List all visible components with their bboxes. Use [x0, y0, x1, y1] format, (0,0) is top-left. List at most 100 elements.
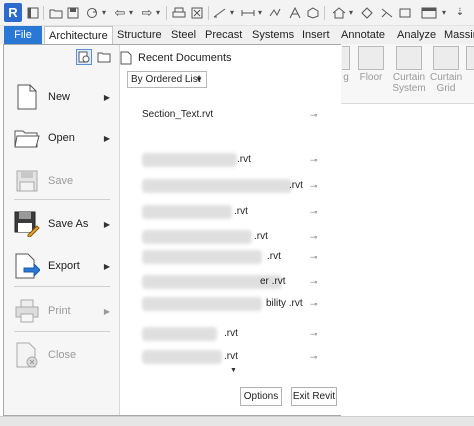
chevron-down-icon[interactable]: ▾ [228, 4, 236, 21]
text-icon[interactable] [288, 4, 302, 21]
recent-document-item[interactable]: .rvt [142, 205, 302, 219]
recent-document-name: bility .rvt [266, 298, 303, 309]
ribbon-curtain-system-button[interactable]: Curtain System [390, 46, 428, 94]
pin-icon[interactable]: ⊸ [310, 110, 320, 120]
chevron-down-icon[interactable]: ▾ [440, 4, 448, 21]
menu-item-save-as[interactable]: Save As ▶ [10, 205, 114, 243]
tab-precast[interactable]: Precast [205, 26, 242, 44]
switch-windows-icon[interactable] [420, 4, 440, 21]
tab-steel[interactable]: Steel [171, 26, 196, 44]
application-menu-commands: New ▶ Open ▶ Save Save As ▶ Export ▶ Pri… [4, 45, 118, 415]
redacted-filename [142, 153, 237, 167]
menu-item-label: Save As [48, 218, 89, 230]
print-icon[interactable] [171, 4, 187, 21]
recent-document-item[interactable]: .rvt [142, 250, 302, 264]
drawing-canvas[interactable] [340, 104, 474, 426]
recent-document-item[interactable]: .rvt [142, 350, 302, 364]
recent-document-item[interactable]: .rvt [142, 179, 303, 193]
pin-icon[interactable]: ⊸ [310, 155, 320, 165]
menu-item-new[interactable]: New ▶ [10, 78, 114, 116]
qat-customize-icon[interactable]: ⇣ [455, 4, 465, 21]
close-windows-icon[interactable] [398, 4, 412, 21]
tab-annotate[interactable]: Annotate [341, 26, 385, 44]
chevron-down-icon[interactable]: ▾ [256, 4, 264, 21]
tab-systems[interactable]: Systems [252, 26, 294, 44]
pin-icon[interactable]: ⊸ [310, 232, 320, 242]
chevron-down-icon[interactable]: ▾ [127, 4, 135, 21]
recent-document-item[interactable]: .rvt [142, 327, 302, 341]
ribbon-tab-bar: File Architecture Structure Steel Precas… [0, 26, 474, 44]
menu-divider [14, 199, 110, 200]
tab-analyze[interactable]: Analyze [397, 26, 436, 44]
thin-lines-icon[interactable] [380, 4, 394, 21]
ribbon-item-label: Curtain System [392, 72, 426, 94]
ribbon-panel: g Floor Curtain System Curtain Grid [340, 44, 474, 104]
menu-item-label: Open [48, 132, 75, 144]
chevron-down-icon[interactable]: ▾ [100, 4, 108, 21]
tab-file[interactable]: File [4, 26, 42, 44]
recent-documents-header: Recent Documents [120, 51, 232, 65]
scroll-more-icon[interactable]: ▼ [230, 367, 237, 374]
tab-insert[interactable]: Insert [302, 26, 330, 44]
submenu-arrow-icon: ▶ [103, 306, 110, 316]
open-documents-view-icon[interactable] [96, 49, 112, 65]
menu-item-open[interactable]: Open ▶ [10, 119, 114, 157]
recent-document-item[interactable]: bility .rvt [142, 297, 303, 311]
pin-icon[interactable]: ⊸ [310, 352, 320, 362]
application-menu: New ▶ Open ▶ Save Save As ▶ Export ▶ Pri… [3, 44, 341, 416]
measure-icon[interactable] [212, 4, 228, 21]
floor-icon [358, 46, 384, 70]
recent-document-name: Section_Text.rvt [142, 109, 214, 120]
menu-item-label: Print [48, 305, 71, 317]
3d-view-icon[interactable] [306, 4, 320, 21]
recent-document-item[interactable]: Section_Text.rvt [142, 108, 302, 122]
save-icon[interactable] [66, 4, 80, 21]
pin-icon[interactable]: ⊸ [310, 252, 320, 262]
submenu-arrow-icon: ▶ [103, 219, 110, 229]
tab-massing[interactable]: Massing [444, 26, 474, 44]
sync-icon[interactable] [84, 4, 100, 21]
pin-icon[interactable]: ⊸ [310, 207, 320, 217]
tab-structure[interactable]: Structure [117, 26, 162, 44]
pin-icon[interactable]: ⊸ [310, 299, 320, 309]
chevron-down-icon[interactable]: ▾ [154, 4, 162, 21]
redacted-filename [142, 230, 252, 244]
menu-item-export[interactable]: Export ▶ [10, 247, 114, 285]
tag-icon[interactable] [268, 4, 282, 21]
ribbon-curtain-grid-button[interactable]: Curtain Grid [430, 46, 462, 94]
dimension-icon[interactable] [240, 4, 256, 21]
menu-item-label: New [48, 91, 71, 103]
sort-dropdown[interactable]: By Ordered List ▼ [127, 71, 207, 88]
recent-document-item[interactable]: er .rvt [142, 275, 302, 289]
undo-icon[interactable]: ⇦ [113, 4, 127, 21]
exit-revit-button[interactable]: Exit Revit [291, 387, 337, 406]
pin-icon[interactable]: ⊸ [310, 329, 320, 339]
close-view-icon[interactable] [190, 4, 204, 21]
redacted-filename [142, 250, 262, 264]
recent-document-name: .rvt [224, 328, 238, 339]
quick-access-toolbar: R ▾ ⇦ ▾ ⇨ ▾ ▾ ▾ ▾ ▾ ⇣ [0, 0, 474, 26]
options-button[interactable]: Options [240, 387, 282, 406]
tab-architecture[interactable]: Architecture [44, 26, 113, 44]
open-icon[interactable] [48, 4, 64, 21]
revit-logo-icon[interactable]: R [4, 3, 22, 22]
section-icon[interactable] [360, 4, 374, 21]
curtain-system-icon [396, 46, 422, 70]
separator [208, 6, 209, 20]
app-menu-icon[interactable] [26, 4, 40, 21]
chevron-down-icon[interactable]: ▾ [347, 4, 355, 21]
recent-document-name: .rvt [224, 351, 238, 362]
redacted-filename [142, 205, 232, 219]
recent-documents-view-icon[interactable] [76, 49, 92, 65]
menu-item-label: Save [48, 175, 74, 187]
recent-document-item[interactable]: .rvt [142, 153, 302, 167]
redacted-filename [142, 350, 222, 364]
recent-document-item[interactable]: .rvt [142, 230, 302, 244]
redo-icon[interactable]: ⇨ [140, 4, 154, 21]
pin-icon[interactable]: ⊸ [310, 277, 320, 287]
ribbon-floor-button[interactable]: Floor [356, 46, 386, 83]
menu-divider [14, 331, 110, 332]
recent-document-name: er .rvt [260, 276, 286, 287]
home-view-icon[interactable] [331, 4, 347, 21]
pin-icon[interactable]: ⊸ [310, 181, 320, 191]
